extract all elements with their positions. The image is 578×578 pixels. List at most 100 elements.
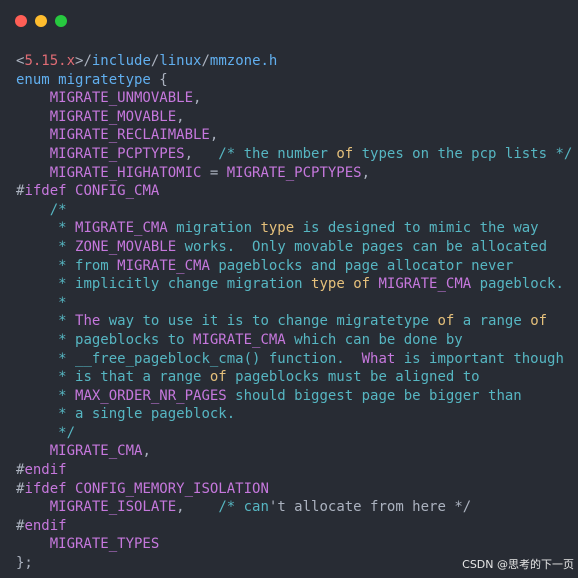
code-token-comment: pageblocks and page allocator never bbox=[209, 257, 514, 274]
code-token-plain: / bbox=[201, 53, 210, 69]
code-token-plain: { bbox=[159, 71, 168, 88]
code-token-path: include bbox=[91, 53, 151, 69]
code-token-comment_ident: ZONE_MOVABLE bbox=[75, 238, 177, 255]
code-line: * The way to use it is to change migrate… bbox=[16, 312, 572, 331]
code-token-comment: * is that a range bbox=[58, 369, 210, 386]
code-token-comment: * bbox=[58, 220, 76, 237]
code-token-comment: pageblocks must be aligned to bbox=[226, 369, 480, 386]
code-line: * ZONE_MOVABLE works. Only movable pages… bbox=[16, 238, 572, 257]
code-token-comment_ident: MAX_ORDER_NR_PAGES bbox=[75, 387, 227, 404]
code-block: <5.15.x>/include/linux/mmzone.h enum migr… bbox=[16, 52, 572, 573]
code-token-comment: which can be done by bbox=[285, 331, 463, 348]
code-line: MIGRATE_UNMOVABLE, bbox=[16, 89, 572, 108]
code-token-comment_ident: What bbox=[361, 350, 396, 367]
close-icon[interactable] bbox=[15, 15, 27, 27]
code-token-comment_ident: MIGRATE_CMA bbox=[75, 220, 168, 237]
code-line: * pageblocks to MIGRATE_CMA which can be… bbox=[16, 331, 572, 350]
code-token-comment: types on the pcp lists */ bbox=[353, 145, 573, 162]
code-token-identifier: MIGRATE_PCPTYPES bbox=[49, 145, 185, 162]
code-line: MIGRATE_PCPTYPES, /* the number of types… bbox=[16, 145, 573, 164]
code-token-identifier: MIGRATE_UNMOVABLE bbox=[49, 90, 194, 107]
code-token-comment: works. Only movable pages can be allocat… bbox=[176, 238, 548, 255]
window-titlebar bbox=[0, 0, 578, 44]
code-token-comment_keyword: of bbox=[437, 313, 455, 330]
code-token-comment: pageblock. bbox=[471, 276, 564, 293]
code-token-identifier: MIGRATE_PCPTYPES bbox=[226, 164, 362, 181]
code-token-comment_ident: MIGRATE_CMA bbox=[117, 257, 210, 274]
code-token-comment: migration bbox=[167, 220, 261, 237]
code-token-comment: * pageblocks to bbox=[58, 331, 194, 348]
code-line: */ bbox=[16, 424, 572, 443]
code-line: * a single pageblock. bbox=[16, 405, 572, 424]
watermark: CSDN @思考的下一页 bbox=[462, 558, 574, 571]
code-token-plain: >/ bbox=[75, 53, 92, 69]
code-line: #endif bbox=[16, 517, 572, 536]
code-token-comment: a range bbox=[454, 313, 531, 330]
code-token-plain: , bbox=[176, 108, 185, 125]
code-token-comment_keyword: type bbox=[260, 220, 295, 237]
code-token-plain: , bbox=[361, 164, 371, 181]
code-token-comment: should biggest page be bigger than bbox=[226, 387, 522, 404]
code-token-comment_ident: MIGRATE_CMA bbox=[378, 276, 472, 293]
code-token-comment: /* the number bbox=[218, 145, 337, 162]
code-token-comment_ident: The bbox=[75, 313, 101, 330]
code-line: * MIGRATE_CMA migration type is designed… bbox=[16, 219, 572, 238]
minimize-icon[interactable] bbox=[35, 15, 47, 27]
code-token-comment_ident: MIGRATE_CMA bbox=[193, 331, 286, 348]
code-line: /* bbox=[16, 201, 572, 220]
code-token-comment: * bbox=[58, 294, 67, 311]
code-line: * MAX_ORDER_NR_PAGES should biggest page… bbox=[16, 387, 572, 406]
code-token-comment: /* can bbox=[218, 499, 269, 516]
code-token-comment: /* bbox=[49, 201, 67, 218]
code-line: MIGRATE_RECLAIMABLE, bbox=[16, 126, 572, 145]
code-token-comment: * bbox=[58, 238, 76, 255]
code-token-comment: * implicitly change migration bbox=[58, 276, 312, 293]
code-token-comment: * __free_pageblock_cma() function. bbox=[58, 350, 362, 367]
code-line: MIGRATE_TYPES bbox=[16, 535, 572, 554]
code-line: * is that a range of pageblocks must be … bbox=[16, 368, 572, 387]
code-token-identifier: MIGRATE_HIGHATOMIC bbox=[49, 164, 202, 181]
code-token-identifier: MIGRATE_TYPES bbox=[49, 536, 160, 553]
code-line: #ifdef CONFIG_CMA bbox=[16, 182, 572, 201]
code-token-comment: is designed to mimic the way bbox=[294, 220, 539, 237]
maximize-icon[interactable] bbox=[55, 15, 67, 27]
code-line: MIGRATE_ISOLATE, /* can't allocate from … bbox=[16, 498, 572, 517]
code-token-keyword: ifdef bbox=[24, 480, 76, 497]
code-token-comment: is important though bbox=[395, 350, 564, 367]
code-token-comment: * bbox=[58, 387, 76, 404]
code-token-comment_keyword: type bbox=[311, 276, 345, 293]
code-token-plain: }; bbox=[16, 555, 33, 572]
code-line: * __free_pageblock_cma() function. What … bbox=[16, 350, 572, 369]
code-line: #ifdef CONFIG_MEMORY_ISOLATION bbox=[16, 480, 572, 499]
code-token-plain: = bbox=[201, 164, 227, 181]
code-token-comment: * bbox=[58, 313, 76, 330]
code-window: <5.15.x>/include/linux/mmzone.h enum migr… bbox=[0, 0, 578, 578]
code-token-path: linux bbox=[159, 53, 202, 69]
code-line: * implicitly change migration type of MI… bbox=[16, 275, 572, 294]
code-line: MIGRATE_MOVABLE, bbox=[16, 108, 572, 127]
code-token-keyword: endif bbox=[24, 517, 67, 534]
code-token-path: mmzone.h bbox=[209, 53, 278, 69]
code-token-comment: * from bbox=[58, 257, 118, 274]
code-line: <5.15.x>/include/linux/mmzone.h bbox=[16, 52, 572, 71]
code-line: MIGRATE_CMA, bbox=[16, 442, 572, 461]
code-token-plain: , bbox=[176, 499, 219, 516]
code-token-keyword: ifdef bbox=[24, 183, 76, 200]
code-token-comment_keyword: of bbox=[530, 313, 548, 330]
